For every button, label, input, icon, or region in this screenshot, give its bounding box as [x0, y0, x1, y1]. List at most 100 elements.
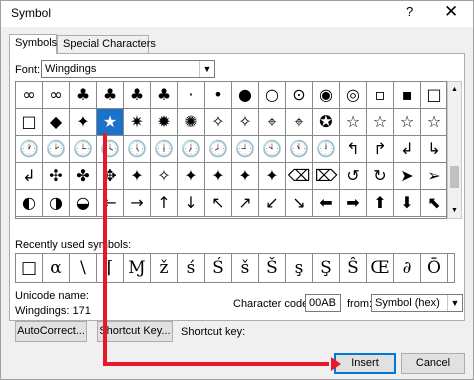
symbol-cell[interactable]: ✧ [232, 109, 259, 136]
symbol-cell[interactable]: ★ [97, 109, 124, 136]
symbol-cell[interactable]: ● [232, 82, 259, 109]
symbol-cell[interactable]: ⬆ [367, 190, 394, 217]
recent-symbol-cell[interactable]: Œ [367, 254, 394, 282]
symbol-cell[interactable]: ➤ [394, 163, 421, 190]
symbol-cell[interactable]: ✤ [70, 163, 97, 190]
recent-symbol-cell[interactable]: š [232, 254, 259, 282]
symbol-cell[interactable]: ☆ [340, 109, 367, 136]
symbol-cell[interactable]: ➡ [340, 190, 367, 217]
symbol-cell[interactable]: ✷ [124, 109, 151, 136]
symbol-cell[interactable]: ✦ [259, 163, 286, 190]
symbol-cell[interactable]: ✦ [70, 109, 97, 136]
symbol-cell[interactable]: 🕘 [232, 136, 259, 163]
recent-symbol-cell[interactable]: ž [151, 254, 178, 282]
recent-symbol-cell[interactable]: □ [16, 254, 43, 282]
symbol-cell[interactable]: ➢ [421, 163, 448, 190]
scroll-down-icon[interactable]: ▼ [448, 203, 461, 218]
cancel-button[interactable]: Cancel [401, 353, 465, 374]
autocorrect-button[interactable]: AutoCorrect... [15, 321, 87, 342]
symbol-cell[interactable]: ↲ [16, 163, 43, 190]
symbol-cell[interactable]: ↱ [367, 136, 394, 163]
symbol-cell[interactable]: 🕑 [43, 136, 70, 163]
symbol-cell[interactable]: ▫ [367, 82, 394, 109]
symbol-cell[interactable]: ✺ [178, 109, 205, 136]
symbol-cell[interactable]: ⬉ [421, 190, 448, 217]
recent-symbol-cell[interactable]: Ś [205, 254, 232, 282]
symbol-cell[interactable]: → [124, 190, 151, 217]
symbol-cell[interactable]: ☆ [394, 109, 421, 136]
recent-symbol-cell[interactable]: ⌈ [97, 254, 124, 282]
symbol-cell[interactable]: 🕛 [313, 136, 340, 163]
symbol-cell[interactable]: ✪ [313, 109, 340, 136]
symbol-cell[interactable]: 🕔 [124, 136, 151, 163]
symbol-cell[interactable]: ✥ [97, 163, 124, 190]
close-button[interactable]: ✕ [444, 2, 458, 22]
symbol-cell[interactable]: ✧ [151, 163, 178, 190]
symbol-cell[interactable]: ∞ [43, 82, 70, 109]
symbol-cell[interactable]: ⊙ [286, 82, 313, 109]
symbol-cell[interactable]: ↙ [259, 190, 286, 217]
symbol-cell[interactable]: ♣ [124, 82, 151, 109]
character-code-field[interactable]: 00AB [305, 294, 341, 312]
tab-symbols[interactable]: Symbols [9, 34, 57, 54]
symbol-cell[interactable]: ◐ [16, 190, 43, 217]
symbol-cell[interactable]: · [178, 82, 205, 109]
symbol-cell[interactable]: ⬅ [313, 190, 340, 217]
symbol-cell[interactable]: ⌖ [259, 109, 286, 136]
recent-symbol-cell[interactable]: Ɱ [124, 254, 151, 282]
recent-symbol-cell[interactable]: ş [286, 254, 313, 282]
symbol-cell[interactable]: ◉ [313, 82, 340, 109]
symbol-cell[interactable]: ↳ [421, 136, 448, 163]
symbol-cell[interactable]: ✦ [232, 163, 259, 190]
symbol-cell[interactable]: ⌖ [286, 109, 313, 136]
symbol-cell[interactable]: ♣ [151, 82, 178, 109]
symbol-cell[interactable]: ⌫ [286, 163, 313, 190]
tab-special-characters[interactable]: Special Characters [57, 35, 156, 53]
symbol-grid-scrollbar[interactable]: ▲ ▼ [447, 81, 462, 219]
symbol-cell[interactable]: 🕕 [151, 136, 178, 163]
from-dropdown[interactable]: Symbol (hex) ▼ [371, 294, 463, 312]
symbol-cell[interactable]: ✦ [205, 163, 232, 190]
symbol-cell[interactable]: ○ [259, 82, 286, 109]
symbol-cell[interactable]: 🕚 [286, 136, 313, 163]
symbol-cell[interactable]: ↻ [367, 163, 394, 190]
symbol-cell[interactable]: ◑ [43, 190, 70, 217]
symbol-cell[interactable]: □ [16, 109, 43, 136]
symbol-cell[interactable]: 🕙 [259, 136, 286, 163]
symbol-cell[interactable]: ← [97, 190, 124, 217]
symbol-cell[interactable]: 🕓 [97, 136, 124, 163]
symbol-cell[interactable]: ☆ [367, 109, 394, 136]
symbol-cell[interactable]: ✧ [205, 109, 232, 136]
symbol-cell[interactable]: ☆ [421, 109, 448, 136]
scroll-thumb[interactable] [450, 166, 459, 188]
symbol-cell[interactable]: ↺ [340, 163, 367, 190]
symbol-cell[interactable]: ◒ [70, 190, 97, 217]
symbol-cell[interactable]: • [205, 82, 232, 109]
symbol-cell[interactable]: ↖ [205, 190, 232, 217]
symbol-cell[interactable]: 🕒 [70, 136, 97, 163]
symbol-cell[interactable]: ⌦ [313, 163, 340, 190]
symbol-cell[interactable]: 🕐 [16, 136, 43, 163]
recent-symbol-cell[interactable]: Ō [421, 254, 448, 282]
symbol-cell[interactable]: ♣ [70, 82, 97, 109]
symbol-cell[interactable]: 🕖 [178, 136, 205, 163]
symbol-cell[interactable]: ↲ [394, 136, 421, 163]
symbol-cell[interactable]: ↑ [151, 190, 178, 217]
recent-symbol-cell[interactable]: ś [178, 254, 205, 282]
recent-symbol-cell[interactable]: ∂ [394, 254, 421, 282]
recent-symbol-cell[interactable]: \ [70, 254, 97, 282]
insert-button[interactable]: Insert [334, 353, 396, 374]
recent-symbol-cell[interactable]: α [43, 254, 70, 282]
symbol-cell[interactable]: ✦ [124, 163, 151, 190]
symbol-cell[interactable]: ↓ [178, 190, 205, 217]
recent-symbol-cell[interactable]: Ş [313, 254, 340, 282]
font-dropdown[interactable]: Wingdings ▼ [41, 60, 215, 78]
help-button[interactable]: ? [406, 4, 413, 19]
symbol-cell[interactable]: ▪ [394, 82, 421, 109]
symbol-cell[interactable]: ◎ [340, 82, 367, 109]
symbol-cell[interactable]: ↗ [232, 190, 259, 217]
symbol-cell[interactable]: ∞ [16, 82, 43, 109]
symbol-cell[interactable]: ◆ [43, 109, 70, 136]
symbol-cell[interactable]: ✹ [151, 109, 178, 136]
symbol-cell[interactable]: ↰ [340, 136, 367, 163]
